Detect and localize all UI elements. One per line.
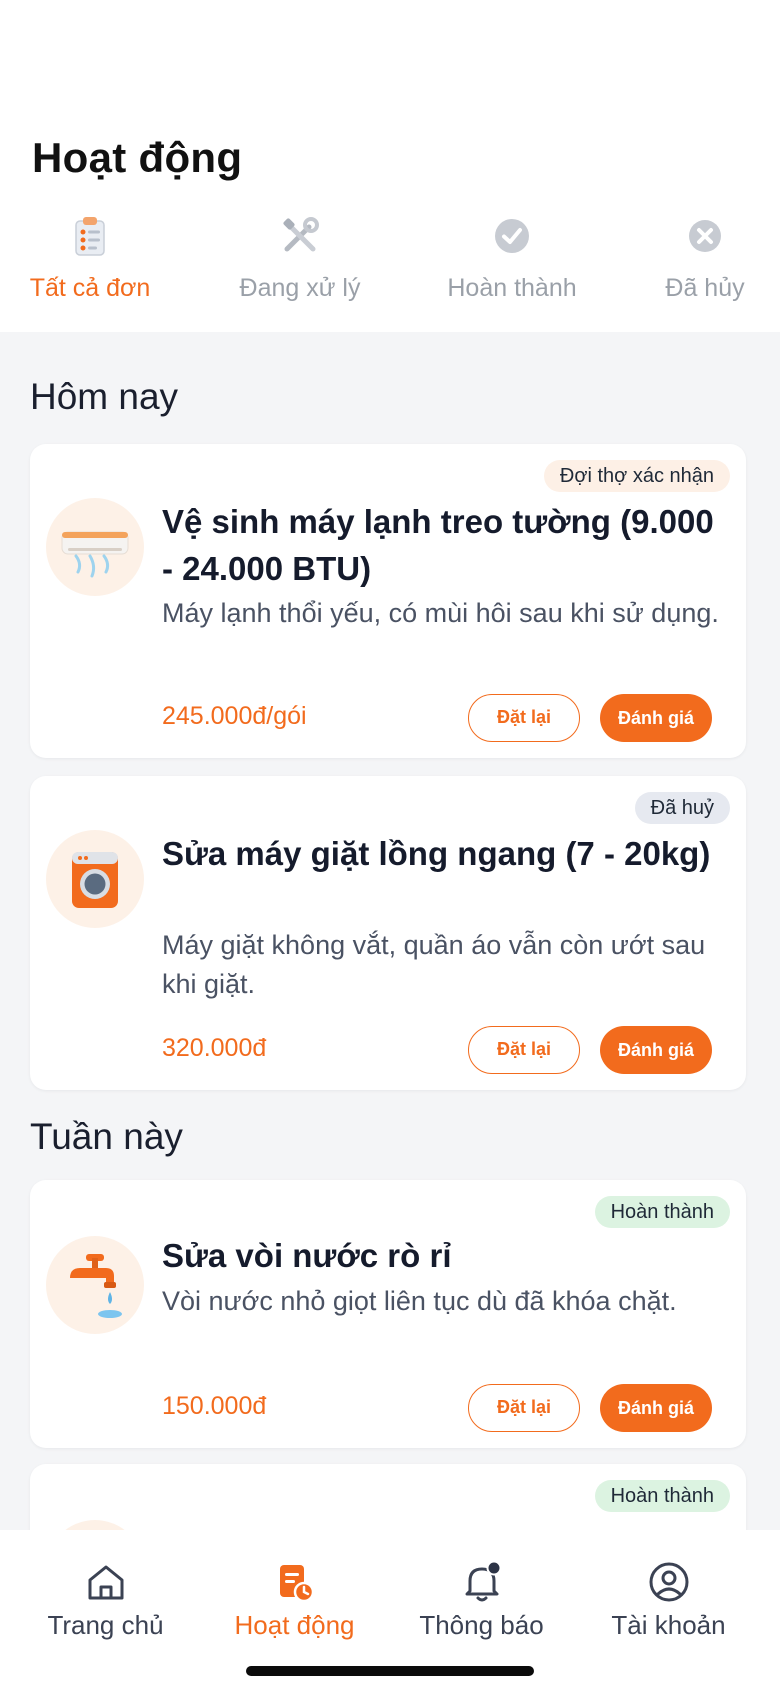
- nav-notifications[interactable]: Thông báo: [384, 1530, 579, 1650]
- service-description: Máy lạnh thổi yếu, có mùi hôi sau khi sử…: [162, 598, 719, 628]
- status-badge: Đợi thợ xác nhận: [543, 460, 730, 492]
- nav-home[interactable]: Trang chủ: [8, 1530, 203, 1650]
- section-title-today: Hôm nay: [30, 376, 179, 417]
- service-price: 150.000đ: [162, 1392, 267, 1420]
- reorder-button[interactable]: Đặt lại: [468, 1026, 580, 1074]
- order-filter-tabs: Tất cả đơn Đang xử lý Hoàn thành Đã hủy: [0, 210, 780, 310]
- service-description: Vòi nước nhỏ giọt liên tục dù đã khóa ch…: [162, 1286, 677, 1316]
- service-thumbnail: [46, 830, 144, 928]
- service-title: Sửa vòi nước rò rỉ: [162, 1237, 452, 1274]
- check-circle-icon: [495, 219, 529, 253]
- nav-activity[interactable]: Hoạt động: [197, 1530, 392, 1650]
- rate-button[interactable]: Đánh giá: [600, 1026, 712, 1074]
- home-indicator: [246, 1666, 534, 1676]
- tools-icon: [283, 217, 319, 252]
- reorder-button[interactable]: Đặt lại: [468, 1384, 580, 1432]
- header-area: Hoạt động Tất cả đơn Đang xử lý Hoàn thà…: [0, 0, 780, 332]
- bell-icon: [465, 1560, 501, 1602]
- service-thumbnail: [46, 1236, 144, 1334]
- user-circle-icon: [649, 1562, 688, 1602]
- reorder-button[interactable]: Đặt lại: [468, 694, 580, 742]
- order-card[interactable]: Hoàn thành Sửa vòi nước rò rỉ Vòi nước n…: [30, 1180, 746, 1448]
- service-price: 320.000đ: [162, 1034, 267, 1062]
- status-badge: Hoàn thành: [594, 1480, 730, 1512]
- tab-processing[interactable]: Đang xử lý: [200, 210, 400, 310]
- tab-completed[interactable]: Hoàn thành: [412, 210, 612, 310]
- nav-label: Hoạt động: [234, 1610, 355, 1640]
- tab-label: Hoàn thành: [447, 274, 577, 302]
- tab-label: Đã hủy: [665, 274, 745, 302]
- status-badge: Đã huỷ: [634, 792, 730, 824]
- faucet-icon: [70, 1254, 122, 1318]
- order-card[interactable]: Đã huỷ Sửa máy giặt lồng ngang (7 - 20kg…: [30, 776, 746, 1090]
- service-price: 245.000đ/gói: [162, 702, 307, 730]
- tab-label: Tất cả đơn: [29, 274, 151, 302]
- service-thumbnail: [46, 498, 144, 596]
- tab-label: Đang xử lý: [239, 274, 361, 302]
- service-title: Sửa máy giặt lồng ngang (7 - 20kg): [162, 835, 711, 872]
- rate-button[interactable]: Đánh giá: [600, 694, 712, 742]
- nav-label: Trang chủ: [47, 1610, 164, 1640]
- nav-account[interactable]: Tài khoản: [571, 1530, 766, 1650]
- page-title: Hoạt động: [32, 134, 243, 181]
- service-description: Máy giặt không vắt, quần áo vẫn còn ướt …: [162, 930, 706, 999]
- nav-label: Tài khoản: [611, 1610, 726, 1640]
- clipboard-icon: [75, 217, 105, 256]
- service-title: Vệ sinh máy lạnh treo tường (9.000 - 24.…: [162, 503, 714, 587]
- tab-all-orders[interactable]: Tất cả đơn: [0, 210, 190, 310]
- home-icon: [88, 1565, 123, 1600]
- air-conditioner-icon: [61, 531, 129, 578]
- section-title-week: Tuần này: [30, 1116, 183, 1157]
- nav-label: Thông báo: [419, 1610, 544, 1640]
- tab-cancelled[interactable]: Đã hủy: [605, 210, 780, 310]
- x-circle-icon: [689, 220, 721, 252]
- status-badge: Hoàn thành: [594, 1196, 730, 1228]
- activity-icon: [279, 1565, 314, 1603]
- bottom-navigation: Trang chủ Hoạt động Thông báo Tài khoản: [0, 1530, 780, 1688]
- rate-button[interactable]: Đánh giá: [600, 1384, 712, 1432]
- washing-machine-icon: [72, 852, 118, 908]
- order-card[interactable]: Đợi thợ xác nhận Vệ sinh máy lạnh treo t…: [30, 444, 746, 758]
